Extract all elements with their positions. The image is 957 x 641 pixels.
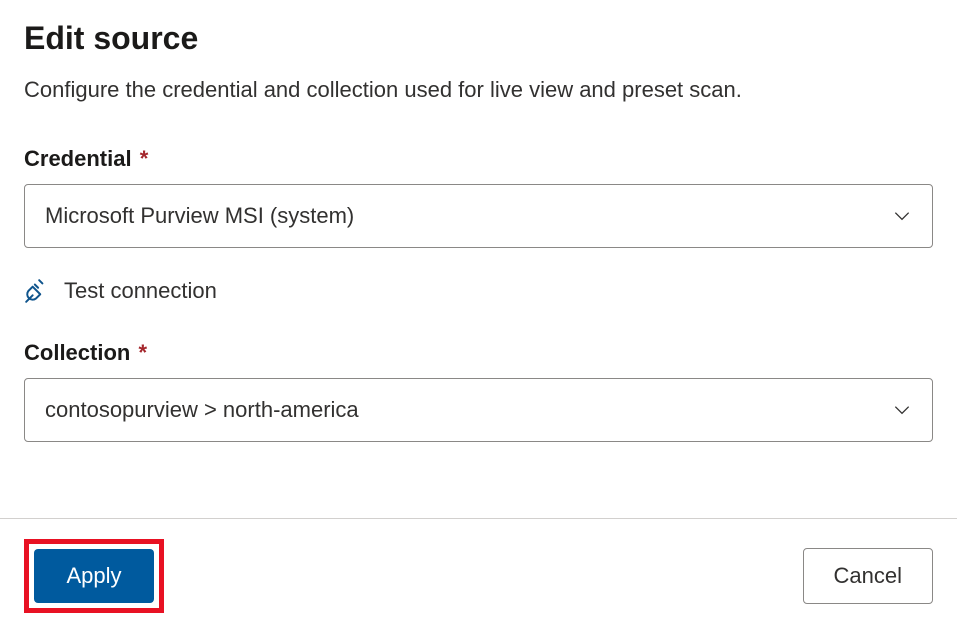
collection-value: contosopurview > north-america [45,397,359,423]
required-marker: * [140,146,149,171]
collection-label: Collection * [24,340,933,366]
page-title: Edit source [24,20,933,57]
collection-label-text: Collection [24,340,130,365]
apply-button[interactable]: Apply [34,549,154,603]
apply-highlight: Apply [24,539,164,613]
page-description: Configure the credential and collection … [24,75,933,106]
credential-label-text: Credential [24,146,132,171]
collection-dropdown[interactable]: contosopurview > north-america [24,378,933,442]
chevron-down-icon [892,400,912,420]
required-marker: * [138,340,147,365]
cancel-button[interactable]: Cancel [803,548,933,604]
credential-value: Microsoft Purview MSI (system) [45,203,354,229]
credential-dropdown[interactable]: Microsoft Purview MSI (system) [24,184,933,248]
plug-icon [24,278,50,304]
footer: Apply Cancel [0,518,957,641]
test-connection-label: Test connection [64,278,217,304]
credential-label: Credential * [24,146,933,172]
test-connection-button[interactable]: Test connection [24,278,217,304]
chevron-down-icon [892,206,912,226]
